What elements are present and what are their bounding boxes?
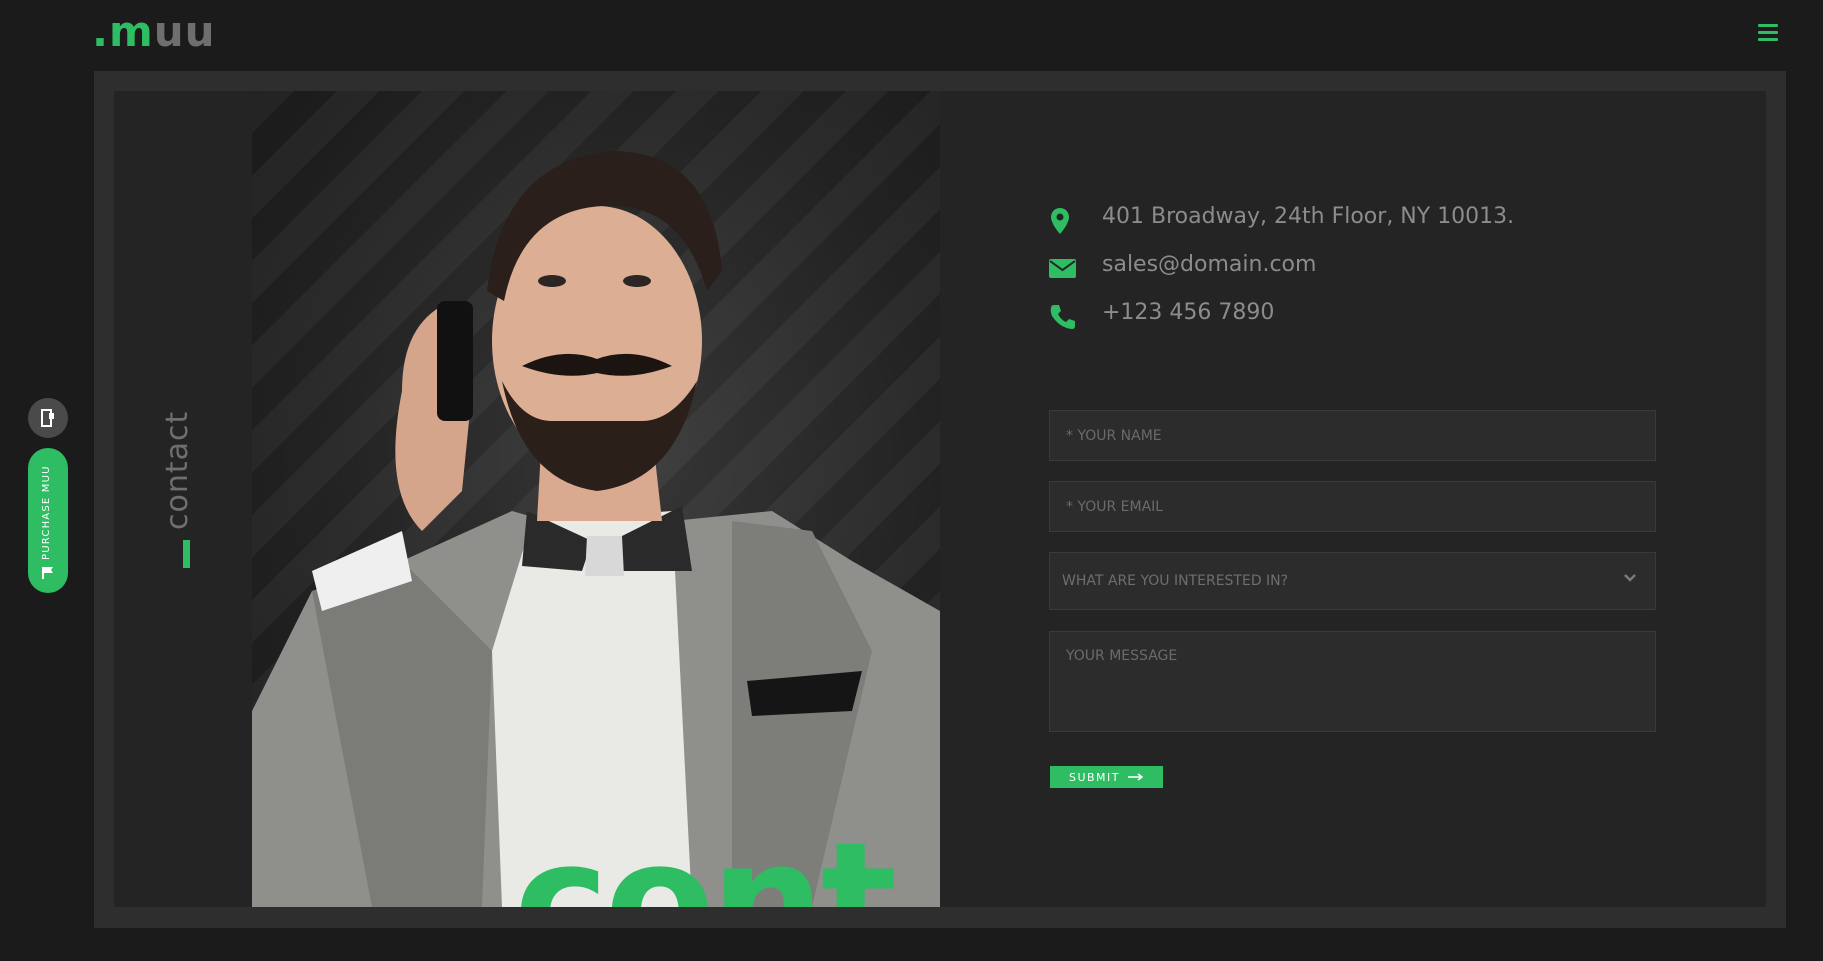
name-field-wrapper bbox=[1049, 410, 1656, 461]
name-input[interactable] bbox=[1050, 411, 1655, 460]
email-link[interactable]: sales@domain.com bbox=[1102, 252, 1316, 277]
section-title-accent-bar bbox=[183, 540, 190, 568]
chevron-down-icon bbox=[1624, 574, 1636, 582]
hamburger-menu-icon[interactable] bbox=[1758, 24, 1778, 42]
section-title: contact bbox=[160, 410, 195, 530]
email-input[interactable] bbox=[1050, 482, 1655, 531]
message-textarea[interactable] bbox=[1050, 632, 1655, 731]
purchase-button[interactable]: PURCHASE MUU bbox=[28, 448, 68, 593]
logo-uu: uu bbox=[153, 7, 216, 56]
map-pin-icon bbox=[1051, 208, 1069, 234]
man-on-phone-illustration bbox=[252, 151, 940, 907]
submit-button[interactable]: SUBMIT bbox=[1050, 766, 1163, 788]
logo-m: m bbox=[108, 7, 154, 56]
logo-dot: . bbox=[92, 7, 109, 56]
arrow-right-icon bbox=[1128, 773, 1144, 781]
message-field-wrapper bbox=[1049, 631, 1656, 732]
phone-icon bbox=[1050, 305, 1075, 329]
section-side-label: contact bbox=[158, 411, 198, 570]
submit-label: SUBMIT bbox=[1068, 770, 1121, 784]
door-exit-icon[interactable] bbox=[28, 398, 68, 438]
contact-photo: cont bbox=[252, 91, 940, 907]
logo[interactable]: .muu bbox=[92, 6, 216, 58]
interest-select[interactable]: WHAT ARE YOU INTERESTED IN? bbox=[1049, 552, 1656, 610]
address-text: 401 Broadway, 24th Floor, NY 10013. bbox=[1102, 204, 1515, 229]
phone-link[interactable]: +123 456 7890 bbox=[1102, 300, 1274, 325]
interest-select-value: WHAT ARE YOU INTERESTED IN? bbox=[1062, 573, 1289, 589]
flag-icon bbox=[42, 567, 53, 579]
purchase-label: PURCHASE MUU bbox=[41, 465, 52, 560]
photo-overlay-text: cont bbox=[514, 807, 897, 908]
email-field-wrapper bbox=[1049, 481, 1656, 532]
top-bar: .muu bbox=[0, 0, 1823, 70]
envelope-icon bbox=[1049, 259, 1076, 278]
